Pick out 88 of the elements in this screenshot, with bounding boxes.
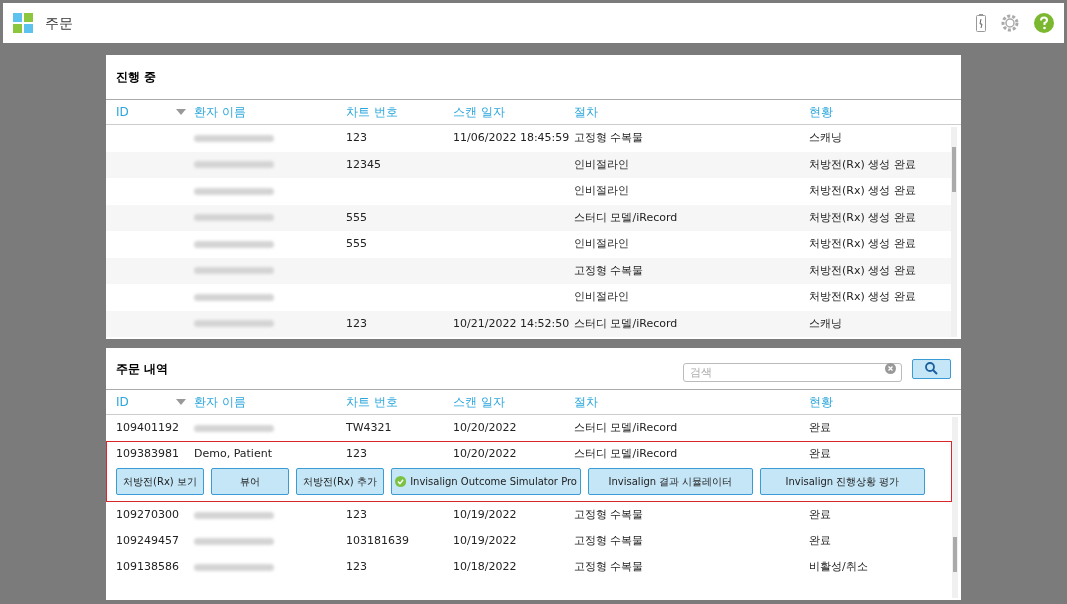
table-cell: 처방전(Rx) 생성 완료 xyxy=(809,157,916,171)
table-cell: 109138586 xyxy=(116,559,179,573)
column-header[interactable]: ID xyxy=(116,395,129,409)
action-button[interactable]: 처방전(Rx) 추가 xyxy=(296,468,384,495)
table-cell: 123 xyxy=(346,131,367,144)
table-cell: 123 xyxy=(346,559,367,573)
panel-title: 주문 내역 xyxy=(116,360,169,378)
action-button[interactable]: Invisalign 결과 시뮬레이터 xyxy=(588,468,753,495)
table-cell: 123 xyxy=(346,446,367,460)
table-cell: 스터디 모델/iRecord xyxy=(574,446,678,460)
table-cell: TW4321 xyxy=(346,420,392,434)
table-cell: 123 xyxy=(346,316,367,330)
table-cell: 고정형 수복물 xyxy=(574,533,644,547)
table-cell: 10/19/2022 xyxy=(453,507,517,521)
table-cell: 11/06/2022 18:45:59 xyxy=(453,131,570,144)
table-cell: 완료 xyxy=(809,446,831,460)
column-header[interactable]: 스캔 일자 xyxy=(453,395,505,409)
sort-arrow-icon[interactable] xyxy=(176,399,186,405)
column-header[interactable]: 절차 xyxy=(574,395,598,409)
table-cell: 103181639 xyxy=(346,533,409,547)
table-cell: 10/19/2022 xyxy=(453,533,517,547)
table-cell: 인비절라인 xyxy=(574,290,629,303)
table-cell: 109401192 xyxy=(116,420,179,434)
scrollbar-thumb xyxy=(953,537,957,572)
help-icon[interactable] xyxy=(1034,13,1054,33)
column-header[interactable]: 스캔 일자 xyxy=(453,105,505,119)
table-cell: 처방전(Rx) 생성 완료 xyxy=(809,184,916,197)
table-cell: 109383981 xyxy=(116,446,179,460)
table-cell: 고정형 수복물 xyxy=(574,507,644,521)
table-cell: 123 xyxy=(346,507,367,521)
column-header[interactable]: 현황 xyxy=(809,395,833,409)
search-button[interactable] xyxy=(912,358,951,379)
selected-row[interactable]: 109383981 Demo, Patient 123 10/20/2022 스터디 모델/iRecord 완료 처방전(Rx) 보기 뷰어 처방전(Rx) 추가 Invisalign Outcome Simulator Pro Invisalign 결과 시뮬레이터 Invisalign 진행상황 평가 xyxy=(106,441,952,502)
table-cell: 비활성/취소 xyxy=(809,559,868,573)
scrollbar-thumb xyxy=(952,147,956,192)
table-cell: 10/18/2022 xyxy=(453,559,517,573)
table-row[interactable]: 109138586 123 10/18/2022 고정형 수복물 비활성/취소 xyxy=(106,554,952,580)
table-cell: 스캐닝 xyxy=(809,131,842,144)
table-cell: 10/21/2022 14:52:50 xyxy=(453,316,570,330)
table-cell: 고정형 수복물 xyxy=(574,131,644,144)
table-cell: 스터디 모델/iRecord xyxy=(574,210,678,224)
table-cell: 555 xyxy=(346,210,367,224)
column-header[interactable]: 환자 이름 xyxy=(194,105,246,119)
table-cell: 555 xyxy=(346,237,367,250)
action-button[interactable]: Invisalign Outcome Simulator Pro xyxy=(391,468,581,495)
column-header[interactable]: 환자 이름 xyxy=(194,395,246,409)
table-cell: 12345 xyxy=(346,157,381,171)
table-cell: 처방전(Rx) 생성 완료 xyxy=(809,237,916,250)
table-cell: 고정형 수복물 xyxy=(574,559,644,573)
settings-icon[interactable] xyxy=(1000,13,1020,33)
table-cell: 스캐닝 xyxy=(809,316,842,330)
column-header[interactable]: 차트 번호 xyxy=(346,395,398,409)
table-cell: 스터디 모델/iRecord xyxy=(574,316,678,330)
clear-icon[interactable] xyxy=(885,363,896,374)
window-title: 주문 xyxy=(45,13,73,33)
table-row[interactable]: 109249457 103181639 10/19/2022 고정형 수복물 완료 xyxy=(106,528,952,554)
table-cell: 완료 xyxy=(809,420,831,434)
table-cell: 109249457 xyxy=(116,533,179,547)
battery-icon[interactable] xyxy=(976,14,986,32)
table-cell: 완료 xyxy=(809,507,831,521)
table-cell: 처방전(Rx) 생성 완료 xyxy=(809,210,916,224)
grid-logo-icon xyxy=(13,13,33,33)
table-cell: 10/20/2022 xyxy=(453,446,517,460)
table-cell: 10/20/2022 xyxy=(453,420,517,434)
table-cell: 고정형 수복물 xyxy=(574,263,644,277)
table-cell: 처방전(Rx) 생성 완료 xyxy=(809,290,916,303)
table-cell: 인비절라인 xyxy=(574,184,629,197)
search-icon xyxy=(925,362,938,375)
panel-title: 진행 중 xyxy=(116,69,157,86)
table-cell: 처방전(Rx) 생성 완료 xyxy=(809,263,916,277)
table-cell: 109270300 xyxy=(116,507,179,521)
table-cell: Demo, Patient xyxy=(194,446,272,460)
table-row[interactable]: 109401192 TW4321 10/20/2022 스터디 모델/iRecord 완료 xyxy=(106,415,952,441)
action-button[interactable]: 뷰어 xyxy=(211,468,289,495)
table-row[interactable]: 109270300 123 10/19/2022 고정형 수복물 완료 xyxy=(106,502,952,528)
table-cell: 인비절라인 xyxy=(574,157,629,171)
check-icon xyxy=(395,475,407,488)
table-cell: 스터디 모델/iRecord xyxy=(574,420,678,434)
column-header[interactable]: 차트 번호 xyxy=(346,105,398,119)
column-header[interactable]: 현황 xyxy=(809,105,833,119)
action-button[interactable]: Invisalign 진행상황 평가 xyxy=(760,468,925,495)
table-cell: 인비절라인 xyxy=(574,237,629,250)
column-header[interactable]: 절차 xyxy=(574,105,598,119)
table-cell: 완료 xyxy=(809,533,831,547)
column-header[interactable]: ID xyxy=(116,105,129,119)
action-button[interactable]: 처방전(Rx) 보기 xyxy=(116,468,204,495)
search-field[interactable]: 검색 xyxy=(683,363,902,382)
sort-arrow-icon[interactable] xyxy=(176,109,186,115)
